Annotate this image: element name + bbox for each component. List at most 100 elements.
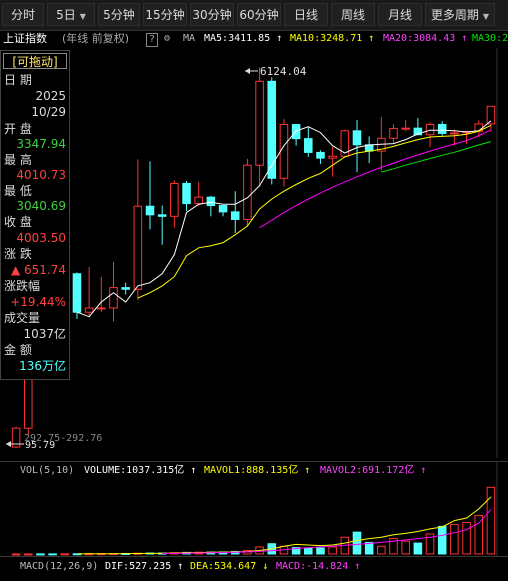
candle[interactable]	[133, 159, 143, 301]
volume-bar[interactable]	[413, 542, 423, 555]
candle[interactable]	[194, 181, 203, 207]
amount-value: 136万亿	[19, 359, 66, 373]
candle[interactable]	[389, 124, 398, 144]
candle[interactable]	[267, 77, 277, 185]
candle[interactable]	[218, 205, 228, 217]
volume-bar[interactable]	[60, 553, 70, 556]
volume-bar[interactable]	[11, 553, 21, 556]
candle[interactable]	[255, 67, 264, 187]
candle[interactable]	[72, 272, 82, 319]
candle[interactable]	[486, 105, 496, 132]
ma30-value: MA30:2	[472, 33, 508, 44]
macd-value: MACD:-14.824 ↑	[276, 561, 361, 572]
candle[interactable]	[11, 426, 21, 448]
candle[interactable]	[109, 261, 118, 322]
candle-body	[437, 123, 447, 134]
gear-icon[interactable]: ⚙	[164, 30, 170, 48]
candle-body	[133, 205, 143, 290]
candle[interactable]	[230, 191, 240, 233]
period-tab-day[interactable]: 日线	[284, 3, 328, 26]
dif-value: DIF:527.235 ↑	[105, 561, 184, 572]
ma5-value: MA5:3411.85 ↑	[204, 33, 283, 44]
volume-bar[interactable]	[462, 521, 471, 555]
candle[interactable]	[121, 282, 130, 295]
ma20-value: MA20:3084.43 ↑	[383, 33, 468, 44]
candle-body	[97, 307, 106, 310]
volume-bar[interactable]	[364, 541, 374, 555]
macd-header: MACD(12,26,9) DIF:527.235 ↑ DEA:534.647 …	[0, 558, 508, 576]
volume-bar[interactable]	[48, 553, 57, 556]
ma-label: MA	[183, 33, 196, 44]
period-tab-5min[interactable]: 5分钟	[98, 3, 140, 26]
candle[interactable]	[97, 276, 106, 313]
candle[interactable]	[145, 161, 155, 230]
period-tab-15min[interactable]: 15分钟	[143, 3, 187, 26]
candle[interactable]	[364, 136, 374, 164]
candle[interactable]	[182, 180, 191, 212]
candle-body	[194, 196, 203, 205]
period-tab-more[interactable]: 更多周期 ▼	[425, 3, 495, 26]
ma10-value: MA10:3248.71 ↑	[290, 33, 375, 44]
candle[interactable]	[243, 158, 252, 227]
candle-body	[450, 132, 459, 135]
candle-body	[218, 205, 228, 213]
volume-bar[interactable]	[450, 523, 459, 555]
candle-body	[304, 138, 313, 153]
high-marker: 6124.04	[245, 65, 307, 78]
candle-body	[84, 307, 94, 313]
candle[interactable]	[413, 118, 423, 136]
volume-chart[interactable]	[0, 462, 508, 556]
chevron-down-icon: ▼	[79, 12, 86, 21]
volume-bar[interactable]	[437, 525, 447, 555]
candle[interactable]	[170, 180, 179, 228]
candle-body	[109, 287, 118, 309]
volume-bar[interactable]	[36, 553, 45, 556]
candle[interactable]	[352, 119, 362, 172]
volume-bar[interactable]	[23, 553, 33, 556]
volume-bar[interactable]	[474, 514, 484, 555]
pane-divider[interactable]	[0, 556, 508, 557]
period-tab-month[interactable]: 月线	[378, 3, 422, 26]
svg-text:292.75-292.76: 292.75-292.76	[24, 433, 102, 444]
candle-body	[182, 182, 191, 205]
candle[interactable]	[401, 119, 410, 132]
volume-bar[interactable]	[316, 547, 325, 555]
dea-value: DEA:534.647 ↓	[190, 561, 269, 572]
candle[interactable]	[316, 150, 325, 164]
candle-body	[352, 130, 362, 146]
period-tab-intraday[interactable]: 分时	[2, 3, 44, 26]
help-button[interactable]: ?	[146, 33, 159, 47]
candle-body	[230, 211, 240, 220]
candle[interactable]	[84, 266, 94, 317]
candle[interactable]	[279, 119, 289, 187]
volume-bar[interactable]	[352, 531, 362, 555]
candle[interactable]	[304, 126, 313, 157]
chevron-down-icon: ▼	[482, 12, 490, 21]
candle-body	[279, 124, 289, 179]
candle[interactable]	[206, 195, 216, 217]
candlestick-chart[interactable]: 6124.04 95.79 292.75-292.76	[0, 48, 508, 458]
volume-bar[interactable]	[377, 545, 386, 555]
volume-bar[interactable]	[328, 546, 337, 555]
period-tab-week[interactable]: 周线	[331, 3, 375, 26]
volume-bar[interactable]	[304, 547, 313, 555]
crosshair-data-panel: [可拖动] 日 期 2025 10/29 开 盘 3347.94 最 高 401…	[0, 50, 70, 380]
period-toolbar: 分时 5日 ▼ 5分钟 15分钟 30分钟 60分钟 日线 周线 月线 更多周期 ▼	[0, 0, 508, 31]
period-tab-30min[interactable]: 30分钟	[190, 3, 234, 26]
period-tab-5day[interactable]: 5日 ▼	[47, 3, 95, 26]
period-tab-60min[interactable]: 60分钟	[237, 3, 281, 26]
index-name[interactable]: 上证指数	[3, 30, 47, 48]
drag-handle[interactable]: [可拖动]	[3, 53, 67, 69]
volume-bar[interactable]	[401, 540, 410, 555]
ma10-line	[137, 124, 492, 299]
candle-body	[425, 123, 435, 136]
svg-text:6124.04: 6124.04	[260, 65, 307, 78]
adjust-mode-label: (年线 前复权)	[62, 32, 130, 45]
candle[interactable]	[377, 116, 386, 171]
candle[interactable]	[157, 205, 167, 245]
candle[interactable]	[425, 122, 435, 147]
candle[interactable]	[437, 121, 447, 136]
candle-body	[243, 164, 252, 220]
candle[interactable]	[328, 146, 337, 177]
candle-body	[255, 80, 264, 166]
